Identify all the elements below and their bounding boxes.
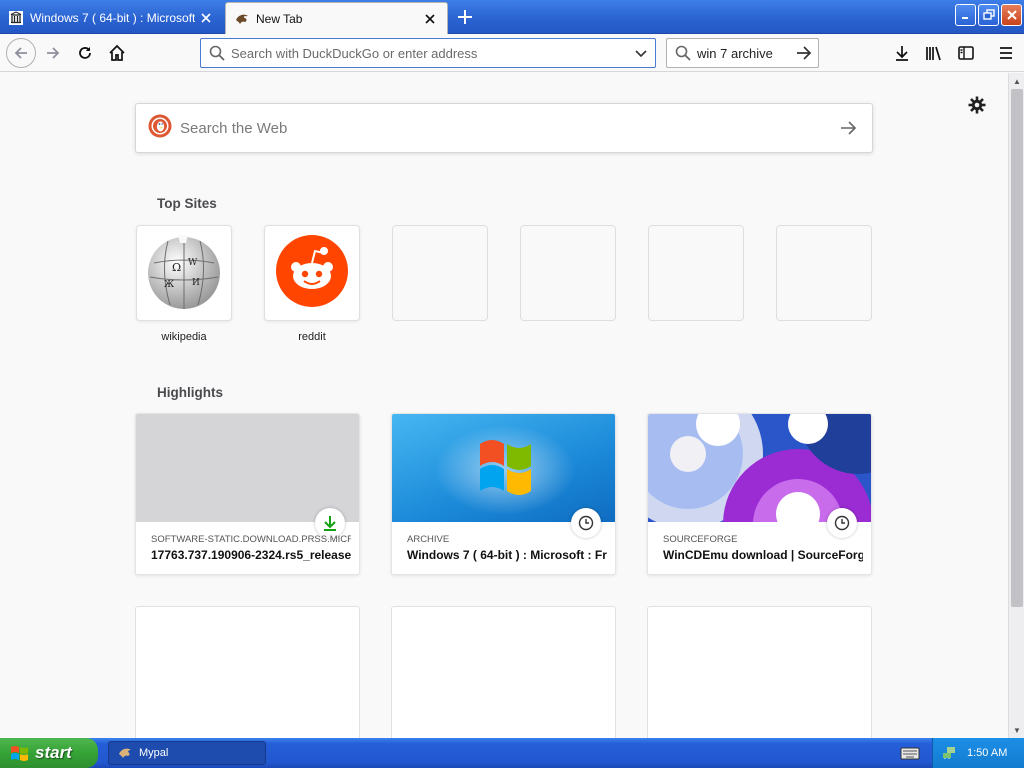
scroll-up-icon[interactable]: ▲ <box>1009 73 1024 89</box>
taskbar-item-label: Mypal <box>139 747 169 759</box>
chevron-down-icon[interactable] <box>627 39 655 67</box>
new-tab-page: Top Sites Ω W Ж И wikipedia <box>0 73 1008 738</box>
top-site-empty-tile[interactable] <box>392 225 488 321</box>
web-search-input[interactable] <box>180 119 828 137</box>
top-site-empty-tile[interactable] <box>648 225 744 321</box>
hamburger-icon <box>1000 47 1012 59</box>
start-button[interactable]: start <box>0 738 98 768</box>
url-input[interactable] <box>231 45 627 61</box>
card-thumbnail <box>392 414 615 522</box>
card-host: SOFTWARE-STATIC.DOWNLOAD.PRSS.MICROSOFT.… <box>151 534 351 545</box>
plus-icon <box>458 10 472 24</box>
top-site-empty-tile[interactable] <box>520 225 616 321</box>
vertical-scrollbar[interactable]: ▲ ▼ <box>1008 73 1024 738</box>
duckduckgo-icon <box>148 114 172 143</box>
home-button[interactable] <box>103 39 131 67</box>
windows-logo-icon <box>435 425 575 515</box>
home-icon <box>109 44 125 61</box>
svg-text:И: И <box>192 278 200 288</box>
top-site-label: reddit <box>298 331 326 343</box>
keyboard-icon[interactable] <box>900 745 920 761</box>
system-tray: 1:50 AM <box>932 738 1024 768</box>
close-icon <box>1006 10 1017 20</box>
minimize-button[interactable] <box>955 4 976 26</box>
highlight-placeholder <box>647 606 872 738</box>
window-close-button[interactable] <box>1001 4 1022 26</box>
search-bar[interactable]: win 7 archive <box>666 38 819 68</box>
tab-archive[interactable]: Windows 7 ( 64-bit ) : Microsoft : Free … <box>0 2 223 33</box>
library-icon <box>926 46 941 61</box>
arrow-right-icon <box>47 47 60 59</box>
navigation-toolbar: win 7 archive <box>0 34 1024 72</box>
reddit-icon <box>275 234 349 313</box>
new-tab-button[interactable] <box>452 4 478 30</box>
web-search-go-button[interactable] <box>828 108 868 148</box>
scroll-down-icon[interactable]: ▼ <box>1009 722 1024 738</box>
svg-text:W: W <box>188 258 198 268</box>
close-icon[interactable] <box>419 8 441 30</box>
start-label: start <box>35 743 72 762</box>
wikipedia-icon: Ω W Ж И <box>142 229 226 318</box>
network-icon[interactable] <box>941 744 957 763</box>
top-site-tile-wikipedia[interactable]: Ω W Ж И <box>136 225 232 321</box>
top-sites-heading: Top Sites <box>157 196 217 211</box>
top-site-label: wikipedia <box>161 331 207 343</box>
minimize-icon <box>961 17 968 19</box>
highlights-heading: Highlights <box>157 385 223 400</box>
web-search-box[interactable] <box>135 103 873 153</box>
tab-title: New Tab <box>256 11 303 26</box>
sidebar-icon <box>958 46 974 60</box>
highlight-card[interactable]: ARCHIVE Windows 7 ( 64-bit ) : Microsoft… <box>391 413 616 575</box>
disc-icon <box>648 414 871 522</box>
arrow-right-icon <box>797 46 812 60</box>
search-go-button[interactable] <box>790 39 818 67</box>
restore-icon <box>982 9 995 20</box>
reload-icon <box>79 47 91 59</box>
reload-button[interactable] <box>71 39 99 67</box>
mypal-icon <box>117 745 133 761</box>
mypal-icon <box>234 11 250 27</box>
restore-button[interactable] <box>978 4 999 26</box>
highlight-placeholder <box>135 606 360 738</box>
top-site-tile-reddit[interactable] <box>264 225 360 321</box>
card-title: WinCDEmu download | SourceForge.net <box>663 548 863 562</box>
highlight-card[interactable]: SOURCEFORGE WinCDEmu download | SourceFo… <box>647 413 872 575</box>
svg-text:Ω: Ω <box>172 261 181 274</box>
back-button[interactable] <box>6 38 36 68</box>
highlight-placeholder <box>391 606 616 738</box>
search-icon <box>675 45 691 61</box>
card-title: Windows 7 ( 64-bit ) : Microsoft : Free … <box>407 548 607 562</box>
archive-icon <box>8 10 24 26</box>
close-icon[interactable] <box>195 7 217 29</box>
taskbar: start Mypal 1:50 AM <box>0 738 1024 768</box>
card-thumbnail <box>648 414 871 522</box>
gear-icon[interactable] <box>966 94 988 116</box>
address-bar[interactable] <box>200 38 656 68</box>
search-icon <box>209 45 225 61</box>
card-host: ARCHIVE <box>407 534 450 545</box>
sidebar-button[interactable] <box>952 39 980 67</box>
card-thumbnail <box>136 414 359 522</box>
library-button[interactable] <box>920 39 948 67</box>
clock: 1:50 AM <box>967 747 1008 759</box>
menu-button[interactable] <box>992 39 1020 67</box>
title-bar: Windows 7 ( 64-bit ) : Microsoft : Free … <box>0 0 1024 34</box>
arrow-right-icon <box>841 121 857 135</box>
download-icon <box>896 46 908 61</box>
windows-flag-icon <box>10 743 30 763</box>
downloads-button[interactable] <box>888 39 916 67</box>
taskbar-item-mypal[interactable]: Mypal <box>108 741 266 765</box>
arrow-left-icon <box>14 47 27 59</box>
svg-text:Ж: Ж <box>164 280 174 290</box>
highlight-card[interactable]: SOFTWARE-STATIC.DOWNLOAD.PRSS.MICROSOFT.… <box>135 413 360 575</box>
card-title: 17763.737.190906-2324.rs5_release <box>151 548 351 562</box>
top-site-empty-tile[interactable] <box>776 225 872 321</box>
tab-new-tab[interactable]: New Tab <box>225 2 448 34</box>
scroll-thumb[interactable] <box>1011 89 1023 607</box>
tab-title: Windows 7 ( 64-bit ) : Microsoft : Free … <box>30 10 195 25</box>
card-host: SOURCEFORGE <box>663 534 738 545</box>
search-bar-value[interactable]: win 7 archive <box>697 46 790 61</box>
forward-button[interactable] <box>39 39 67 67</box>
